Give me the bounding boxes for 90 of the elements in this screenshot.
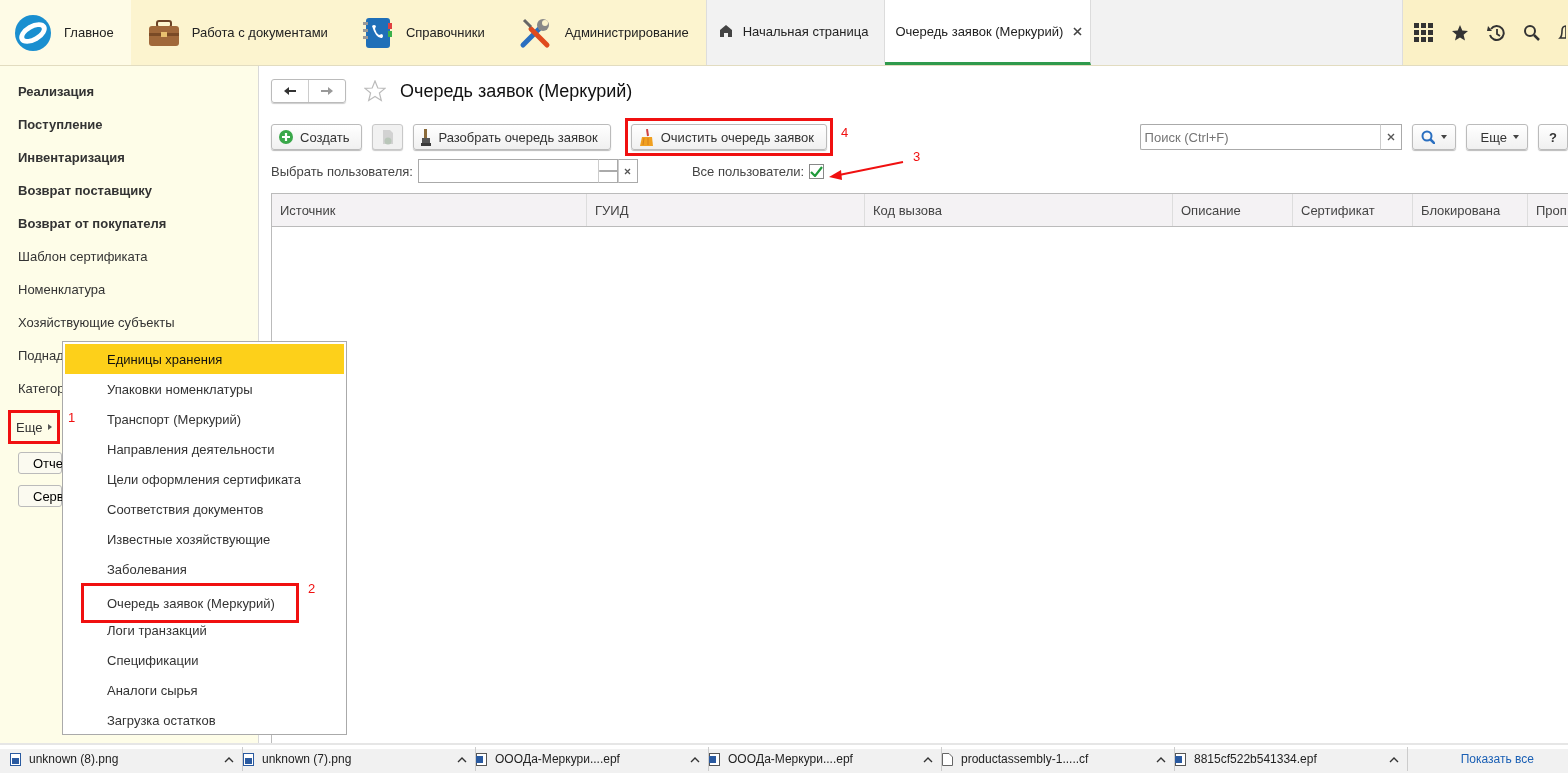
menu-item[interactable]: Цели оформления сертификата — [105, 464, 344, 494]
toolbar-button[interactable]: Разобрать очередь заявок — [413, 124, 611, 150]
forward-arrow-icon[interactable] — [320, 86, 334, 96]
chevron-up-icon — [923, 755, 933, 763]
logo-icon — [14, 13, 52, 52]
menu-item[interactable]: Упаковки номенклатуры — [105, 374, 344, 404]
menu-item[interactable]: Направления деятельности — [105, 434, 344, 464]
column-header[interactable]: Код вызова — [865, 194, 1173, 226]
history-icon[interactable] — [1487, 23, 1505, 42]
document-file-icon — [476, 752, 487, 766]
image-file-icon — [243, 752, 254, 766]
download-item[interactable]: 8815cf522b541334.epf — [1175, 747, 1408, 771]
check-icon — [810, 165, 824, 177]
clear-button[interactable] — [617, 159, 638, 183]
nav-section[interactable]: Работа с документами — [130, 0, 345, 65]
close-button[interactable] — [1073, 26, 1083, 36]
nav-section[interactable]: Администрирование — [501, 0, 706, 65]
sidebar-button[interactable]: Серв — [18, 485, 62, 507]
star-icon[interactable] — [1451, 23, 1469, 42]
chevron-up-icon — [690, 755, 700, 763]
download-item[interactable]: unknown (8).png — [10, 747, 243, 771]
menu-item[interactable]: Транспорт (Меркурий) — [105, 404, 344, 434]
search-icon[interactable] — [1523, 24, 1540, 41]
sidebar-item[interactable]: Шаблон сертификата — [18, 249, 148, 265]
document-file-icon — [1175, 752, 1186, 766]
document-icon — [381, 129, 395, 145]
annotation-number: 1 — [68, 410, 76, 425]
apps-grid-icon[interactable] — [1414, 23, 1433, 42]
plus-icon — [279, 130, 293, 144]
chevron-up-icon — [457, 755, 467, 763]
home-icon — [718, 24, 733, 38]
sidebar-item[interactable]: Номенклатура — [18, 282, 106, 298]
chevron-up-icon — [1389, 755, 1399, 763]
download-item[interactable]: productassembly-1.....cf — [942, 747, 1175, 771]
sidebar-button[interactable]: Отче — [18, 452, 62, 474]
user-field[interactable] — [417, 159, 598, 183]
download-item[interactable]: OOOДа-Меркури....epf — [709, 747, 942, 771]
clear-icon — [1386, 133, 1395, 141]
form-title: Очередь заявок (Меркурий) — [400, 80, 633, 102]
annotation-number: 3 — [912, 148, 921, 164]
menu-item[interactable]: Заболевания — [105, 554, 344, 584]
sidebar-item[interactable]: Возврат поставщику — [18, 183, 152, 199]
more-button[interactable]: Еще — [14, 416, 55, 438]
annotation-number: 4 — [840, 124, 849, 140]
menu-item[interactable]: Известные хозяйствующие — [105, 524, 344, 554]
menu-item[interactable]: Аналоги сырья — [105, 675, 344, 705]
sidebar-item[interactable]: Инвентаризация — [18, 150, 125, 166]
download-item[interactable]: unknown (7).png — [243, 747, 476, 771]
column-header[interactable]: Проп — [1528, 194, 1568, 226]
nav-section[interactable]: Главное — [0, 0, 131, 65]
image-file-icon — [10, 752, 21, 766]
checkbox[interactable] — [809, 163, 825, 179]
sidebar-item[interactable]: Хозяйствующие субъекты — [18, 315, 175, 331]
nav-section[interactable]: Справочники — [344, 0, 502, 65]
chevron-up-icon — [1156, 755, 1166, 763]
document-file-icon — [709, 752, 720, 766]
search-button[interactable] — [1411, 124, 1456, 150]
column-header[interactable]: Источник — [272, 194, 587, 226]
toolbar-button[interactable]: Создать — [271, 124, 363, 150]
sidebar-item[interactable]: Реализация — [18, 84, 95, 100]
chevron-up-icon — [224, 755, 234, 763]
tab[interactable]: Очередь заявок (Меркурий) — [885, 0, 1092, 65]
menu-item[interactable]: Спецификации — [105, 645, 344, 675]
back-arrow-icon[interactable] — [283, 86, 297, 96]
file-icon — [942, 752, 953, 766]
menu-item[interactable]: Загрузка остатков — [105, 705, 344, 735]
sidebar-item[interactable]: Возврат от покупателя — [18, 216, 167, 232]
menu-item[interactable]: Единицы хранения — [65, 344, 344, 374]
column-header[interactable]: ГУИД — [587, 194, 865, 226]
menu-item[interactable]: Соответствия документов — [105, 494, 344, 524]
more-button[interactable]: Еще — [1465, 124, 1529, 150]
column-header[interactable]: Описание — [1173, 194, 1293, 226]
annotation-number: 2 — [308, 581, 316, 596]
sidebar-item[interactable]: Поступление — [18, 117, 103, 133]
phone-book-icon — [361, 16, 394, 49]
lamp-icon — [421, 128, 432, 146]
briefcase-icon — [147, 17, 180, 48]
column-header[interactable]: Блокирована — [1413, 194, 1528, 226]
toolbar-button[interactable]: Очистить очередь заявок — [630, 124, 827, 150]
search-field[interactable]: Поиск (Ctrl+F) — [1139, 124, 1380, 150]
broom-icon — [638, 128, 654, 146]
show-all-link[interactable]: Показать все — [1460, 752, 1534, 766]
column-header[interactable]: Сертификат — [1293, 194, 1413, 226]
help-button[interactable]: ? — [1538, 124, 1568, 150]
field-label: Выбрать пользователя: — [271, 163, 413, 179]
clear-icon — [624, 167, 632, 175]
field-label: Все пользователи: — [691, 163, 805, 179]
search-icon — [1420, 130, 1435, 144]
download-item[interactable]: OOOДа-Меркури....epf — [476, 747, 709, 771]
star-outline-icon — [364, 80, 386, 102]
